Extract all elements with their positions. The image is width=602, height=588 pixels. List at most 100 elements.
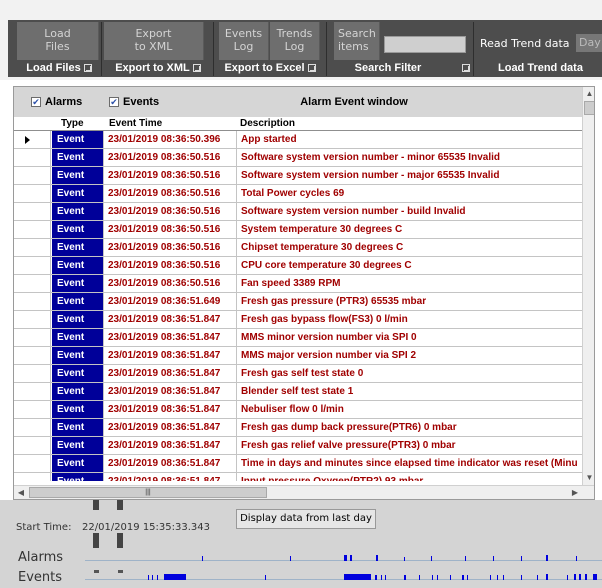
export-xml-button[interactable]: Export to XML (104, 22, 204, 60)
cell-description: Fresh gas pressure (PTR3) 65535 mbar (241, 296, 427, 307)
cell-type: Event (52, 221, 104, 238)
vertical-scroll-thumb[interactable] (584, 101, 594, 115)
scroll-right-arrow-icon[interactable]: ▶ (568, 486, 582, 499)
search-input[interactable] (384, 36, 466, 53)
cell-type: Event (52, 347, 104, 364)
event-tick (148, 575, 149, 580)
table-row[interactable]: Event 23/01/2019 08:36:50.516 Software sys… (14, 167, 582, 185)
time-cursor-handle[interactable] (117, 500, 123, 510)
row-header[interactable] (14, 419, 51, 436)
cell-event-time: 23/01/2019 08:36:50.516 (105, 149, 237, 166)
table-row[interactable]: Event 23/01/2019 08:36:51.847 Fresh gas du… (14, 419, 582, 437)
table-row[interactable]: Event 23/01/2019 08:36:50.396 App started (14, 131, 582, 149)
table-row[interactable]: Event 23/01/2019 08:36:51.847 MMS major ve… (14, 347, 582, 365)
table-row[interactable]: Event 23/01/2019 08:36:50.516 Total Power … (14, 185, 582, 203)
ribbon-separator (326, 22, 327, 76)
row-header[interactable] (14, 185, 51, 202)
column-header-time[interactable]: Event Time (109, 118, 229, 130)
row-header[interactable] (14, 473, 51, 481)
group-load-trend-label: Load Trend data (498, 62, 583, 74)
cell-type: Event (52, 365, 104, 382)
dialog-launcher-icon[interactable] (83, 64, 92, 72)
row-header[interactable] (14, 347, 51, 364)
table-row[interactable]: Event 23/01/2019 08:36:50.516 CPU core tem… (14, 257, 582, 275)
group-export-excel-label: Export to Excel (224, 62, 305, 74)
grip-icon: ||| (145, 489, 151, 496)
trend-period-dropdown[interactable]: Day (576, 34, 602, 52)
alarm-tick (202, 556, 203, 561)
trend-period-value: Day (579, 36, 601, 49)
load-files-button-label: Load Files (44, 27, 71, 53)
row-header[interactable] (14, 293, 51, 310)
row-header[interactable] (14, 365, 51, 382)
table-row[interactable]: Event 23/01/2019 08:36:51.847 Time in days… (14, 455, 582, 473)
row-header[interactable] (14, 455, 51, 472)
cell-type: Event (52, 167, 104, 184)
event-tick (385, 575, 386, 580)
event-tick (404, 575, 406, 580)
row-header[interactable] (14, 221, 51, 238)
table-row[interactable]: Event 23/01/2019 08:36:51.847 Fresh gas by… (14, 311, 582, 329)
cell-description: System temperature 30 degrees C (241, 224, 403, 235)
table-row[interactable]: Event 23/01/2019 08:36:51.847 Blender self… (14, 383, 582, 401)
row-header[interactable] (14, 149, 51, 166)
dialog-launcher-icon[interactable] (307, 64, 316, 72)
table-row[interactable]: Event 23/01/2019 08:36:50.516 Software sys… (14, 203, 582, 221)
trends-log-button[interactable]: Trends Log (270, 22, 320, 60)
horizontal-scrollbar[interactable]: ◀ ||| ▶ (14, 485, 594, 499)
cell-description: Fresh gas self test state 0 (241, 368, 364, 379)
row-header[interactable] (14, 401, 51, 418)
row-header[interactable] (14, 311, 51, 328)
row-header[interactable] (14, 167, 51, 184)
cell-description: Time in days and minutes since elapsed t… (241, 458, 578, 469)
time-cursor-handle[interactable] (93, 500, 99, 510)
search-items-button-label: Search items (338, 27, 376, 53)
scroll-left-arrow-icon[interactable]: ◀ (14, 486, 28, 499)
cell-type: Event (52, 455, 104, 472)
time-cursor-handle[interactable] (117, 533, 123, 548)
alarms-checkbox[interactable]: ✔ (31, 97, 41, 107)
table-row[interactable]: Event 23/01/2019 08:36:51.847 Fresh gas re… (14, 437, 582, 455)
load-files-button[interactable]: Load Files (17, 22, 99, 60)
row-header[interactable] (14, 275, 51, 292)
table-row[interactable]: Event 23/01/2019 08:36:50.516 Fan speed 33… (14, 275, 582, 293)
group-export-xml-label: Export to XML (115, 62, 190, 74)
row-header[interactable] (14, 203, 51, 220)
horizontal-scroll-thumb[interactable]: ||| (29, 487, 267, 498)
scroll-down-arrow-icon[interactable]: ▼ (583, 471, 594, 485)
row-header[interactable] (14, 437, 51, 454)
table-row[interactable]: Event 23/01/2019 08:36:51.847 MMS minor ve… (14, 329, 582, 347)
table-row[interactable]: Event 23/01/2019 08:36:51.847 Fresh gas se… (14, 365, 582, 383)
table-row[interactable]: Event 23/01/2019 08:36:51.847 Nebuliser fl… (14, 401, 582, 419)
cell-type: Event (52, 239, 104, 256)
dialog-launcher-icon[interactable] (192, 64, 201, 72)
events-checkbox[interactable]: ✔ (109, 97, 119, 107)
row-header[interactable] (14, 383, 51, 400)
row-header[interactable] (14, 239, 51, 256)
column-header-description[interactable]: Description (240, 118, 440, 130)
row-header[interactable] (14, 257, 51, 274)
event-tick (490, 575, 491, 580)
table-row[interactable]: Event 23/01/2019 08:36:50.516 Software sys… (14, 149, 582, 167)
row-header[interactable] (14, 329, 51, 346)
table-row[interactable]: Event 23/01/2019 08:36:51.649 Fresh gas pr… (14, 293, 582, 311)
vertical-scrollbar[interactable]: ▲ ▼ (582, 87, 594, 485)
time-cursor-handle[interactable] (93, 533, 99, 548)
dialog-launcher-icon[interactable] (462, 64, 470, 72)
search-items-button[interactable]: Search items (334, 22, 380, 60)
cell-description: Fresh gas relief valve pressure(PTR3) 0 … (241, 440, 456, 451)
event-tick (462, 575, 464, 580)
cell-description: Nebuliser flow 0 l/min (241, 404, 344, 415)
table-row[interactable]: Event 23/01/2019 08:36:50.516 Chipset temp… (14, 239, 582, 257)
display-last-day-button[interactable]: Display data from last day (236, 509, 376, 529)
row-header[interactable] (14, 131, 51, 148)
event-tick (546, 574, 548, 580)
column-header-type[interactable]: Type (61, 118, 101, 130)
table-row[interactable]: Event 23/01/2019 08:36:50.516 System tempe… (14, 221, 582, 239)
scroll-up-arrow-icon[interactable]: ▲ (583, 87, 594, 101)
table-row[interactable]: Event23/01/2019 08:36:51.847Input pressu… (14, 473, 582, 481)
cell-event-time: 23/01/2019 08:36:50.516 (105, 185, 237, 202)
events-log-button[interactable]: Events Log (219, 22, 269, 60)
window-header: ✔ Alarms ✔ Events Alarm Event window (14, 87, 582, 117)
cell-event-time: 23/01/2019 08:36:51.847 (105, 383, 237, 400)
